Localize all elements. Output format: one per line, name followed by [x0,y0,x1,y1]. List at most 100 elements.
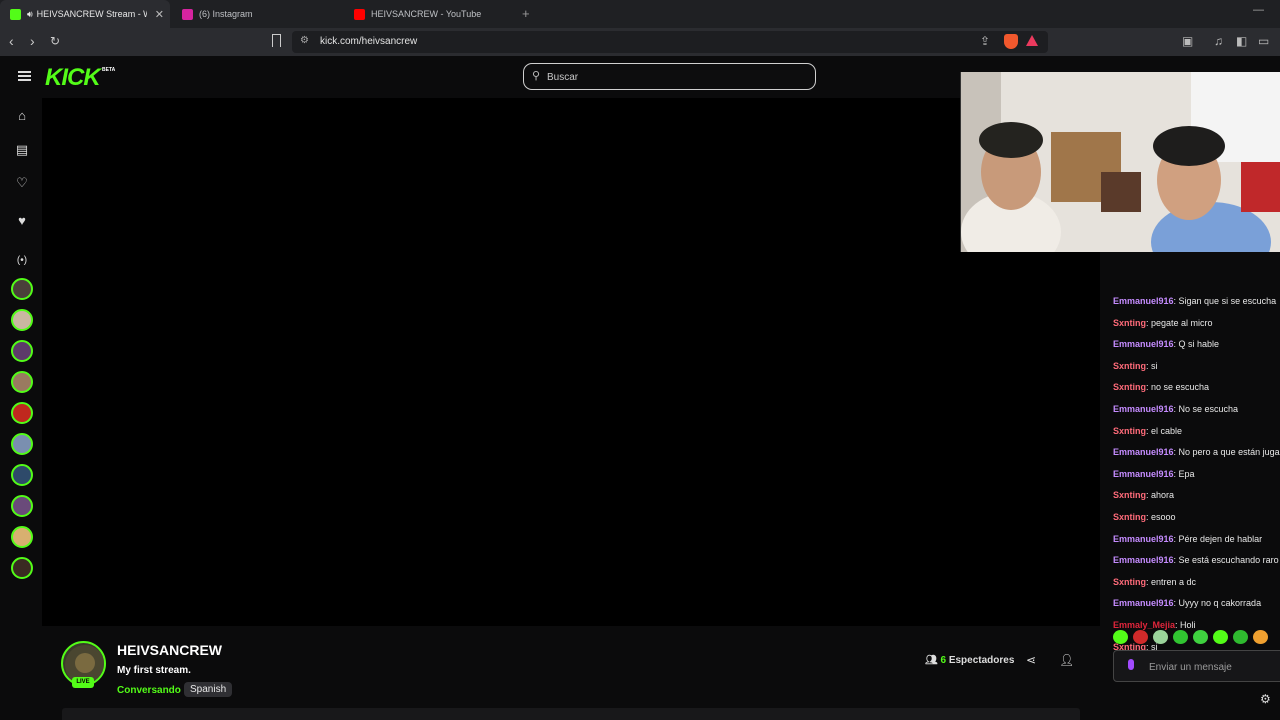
chat-message-text: : Holi [1175,620,1196,630]
chat-message-input[interactable]: Enviar un mensaje [1113,650,1280,682]
language-tag[interactable]: Spanish [184,682,233,697]
chat-message-text: : ahora [1146,490,1175,501]
chat-settings-icon[interactable]: ⚙ [1260,692,1271,706]
forward-button[interactable]: › [30,33,35,49]
followed-channel-avatar[interactable] [11,495,33,517]
tab-kick-stream[interactable]: 🔊︎ HEIVSANCREW Stream - Wat ✕ [0,0,170,28]
followed-channel-avatar[interactable] [11,278,33,300]
live-icon: (•) [16,255,28,266]
microphone-icon[interactable] [1128,659,1134,670]
emote-icon[interactable] [1213,630,1228,644]
chat-username[interactable]: Emmanuel916 [1113,447,1174,457]
chat-username[interactable]: Emmanuel916 [1113,534,1174,544]
new-tab-button[interactable]: + [522,6,530,21]
chat-username[interactable]: Emmanuel916 [1113,469,1174,479]
emote-icon[interactable] [1133,630,1148,644]
address-bar[interactable]: ⚙ kick.com/heivsancrew ⇪ [292,31,1048,53]
browser-toolbar: ‹ › ↻ ⚙ kick.com/heivsancrew ⇪ ▣ ♫ ◧ ▭ [0,28,1280,56]
emote-icon[interactable] [1233,630,1248,644]
brave-shields-icon[interactable] [1004,34,1018,49]
wallet-icon[interactable]: ▭ [1258,34,1269,48]
chat-message-text: : Sigan que si se escucha [1173,296,1277,306]
video-player[interactable] [42,98,1100,626]
share-icon[interactable]: ⇪ [980,34,990,48]
favorite-icon[interactable]: ♥ [15,213,29,228]
followed-channel-avatar[interactable] [11,526,33,548]
sidebar-toggle-icon[interactable]: ▣ [1182,34,1193,48]
emote-icon[interactable] [1153,630,1168,644]
kick-logo[interactable]: KICK [45,64,101,92]
close-tab-icon[interactable]: ✕ [155,8,164,21]
bookmark-icon[interactable] [272,34,281,47]
chat-username[interactable]: Emmaly_Mejia [1113,620,1175,630]
chat-username[interactable]: Emmanuel916 [1113,404,1174,414]
chat-message-text: : Pére dejen de hablar [1173,533,1263,544]
url-text: kick.com/heivsancrew [320,36,418,47]
chat-username[interactable]: Emmanuel916 [1113,339,1174,349]
chat-username[interactable]: Emmanuel916 [1113,296,1174,306]
media-icon[interactable]: ♫ [1214,34,1223,48]
chat-message-text: : Se está escuchando raro [1173,555,1279,566]
chat-username[interactable]: Sxnting [1113,512,1146,522]
panel-icon[interactable]: ◧ [1236,34,1247,48]
reload-button[interactable]: ↻ [50,34,60,48]
chat-message: Emmanuel916: Se está escuchando raro [1113,555,1279,565]
emote-icon[interactable] [1193,630,1208,644]
chat-message: Emmanuel916: Sigan que si se escucha [1113,296,1276,306]
channel-name[interactable]: HEIVSANCREW [117,642,222,658]
chat-message-text: : si [1146,360,1158,371]
viewers-icon: 👥︎ [925,655,938,666]
live-badge: LIVE [72,677,94,688]
chat-username[interactable]: Sxnting [1113,490,1146,500]
bottom-scroll-strip [62,708,1080,720]
followed-channel-avatar[interactable] [11,340,33,362]
chat-username[interactable]: Sxnting [1113,361,1146,371]
viewer-count-number: 6 [940,655,947,666]
chat-username[interactable]: Emmanuel916 [1113,598,1174,608]
chat-message: Emmanuel916: No pero a que están jugando [1113,447,1280,457]
followed-channel-avatar[interactable] [11,433,33,455]
stream-title: My first stream. [117,665,191,676]
followed-channel-avatar[interactable] [11,557,33,579]
emote-icon[interactable] [1113,630,1128,644]
chat-message: Emmanuel916: Uyyy no q cakorrada [1113,598,1261,608]
chat-username[interactable]: Sxnting [1113,318,1146,328]
tab-title: (6) Instagram [199,9,253,19]
followed-channel-avatar[interactable] [11,309,33,331]
share-button[interactable]: ⋖ [1026,653,1036,667]
minimize-window-icon[interactable]: — [1253,4,1264,16]
chat-username[interactable]: Sxnting [1113,426,1146,436]
webcam-overlay [960,72,1280,252]
follow-button[interactable]: 👤︎ [1059,653,1074,667]
emote-icon[interactable] [1253,630,1268,644]
chat-username[interactable]: Emmanuel916 [1113,555,1174,565]
chat-message: Emmanuel916: No se escucha [1113,404,1238,414]
following-icon[interactable]: ♡ [15,175,29,191]
emote-icon[interactable] [1173,630,1188,644]
stream-category[interactable]: Conversando [117,685,181,696]
followed-channel-avatar[interactable] [11,464,33,486]
chat-message-text: : Uyyy no q cakorrada [1173,598,1262,609]
home-icon[interactable]: ⌂ [15,108,29,123]
tab-youtube[interactable]: HEIVSANCREW - YouTube [344,0,514,28]
instagram-favicon-icon [182,8,193,20]
chat-message-text: : no se escucha [1146,382,1210,393]
browser-tab-bar: 🔊︎ HEIVSANCREW Stream - Wat ✕ (6) Instag… [0,0,1280,28]
chat-username[interactable]: Sxnting [1113,577,1146,587]
tab-instagram[interactable]: (6) Instagram [172,0,342,28]
chat-message: Sxnting: entren a dc [1113,577,1196,587]
viewer-count-label: Espectadores [948,655,1015,666]
chat-message: Sxnting: si [1113,361,1158,371]
brave-rewards-icon[interactable] [1026,35,1038,46]
menu-icon[interactable] [18,71,31,81]
back-button[interactable]: ‹ [9,33,14,49]
followed-channel-avatar[interactable] [11,402,33,424]
webcam-image [961,72,1280,252]
chat-message: Emmanuel916: Epa [1113,469,1195,479]
browse-icon[interactable]: ▤ [15,142,29,158]
chat-username[interactable]: Sxnting [1113,382,1146,392]
followed-channel-avatar[interactable] [11,371,33,393]
search-input[interactable]: ⚲ Buscar [523,63,816,90]
site-settings-icon[interactable]: ⚙ [300,35,309,46]
emote-bar [1113,630,1268,644]
